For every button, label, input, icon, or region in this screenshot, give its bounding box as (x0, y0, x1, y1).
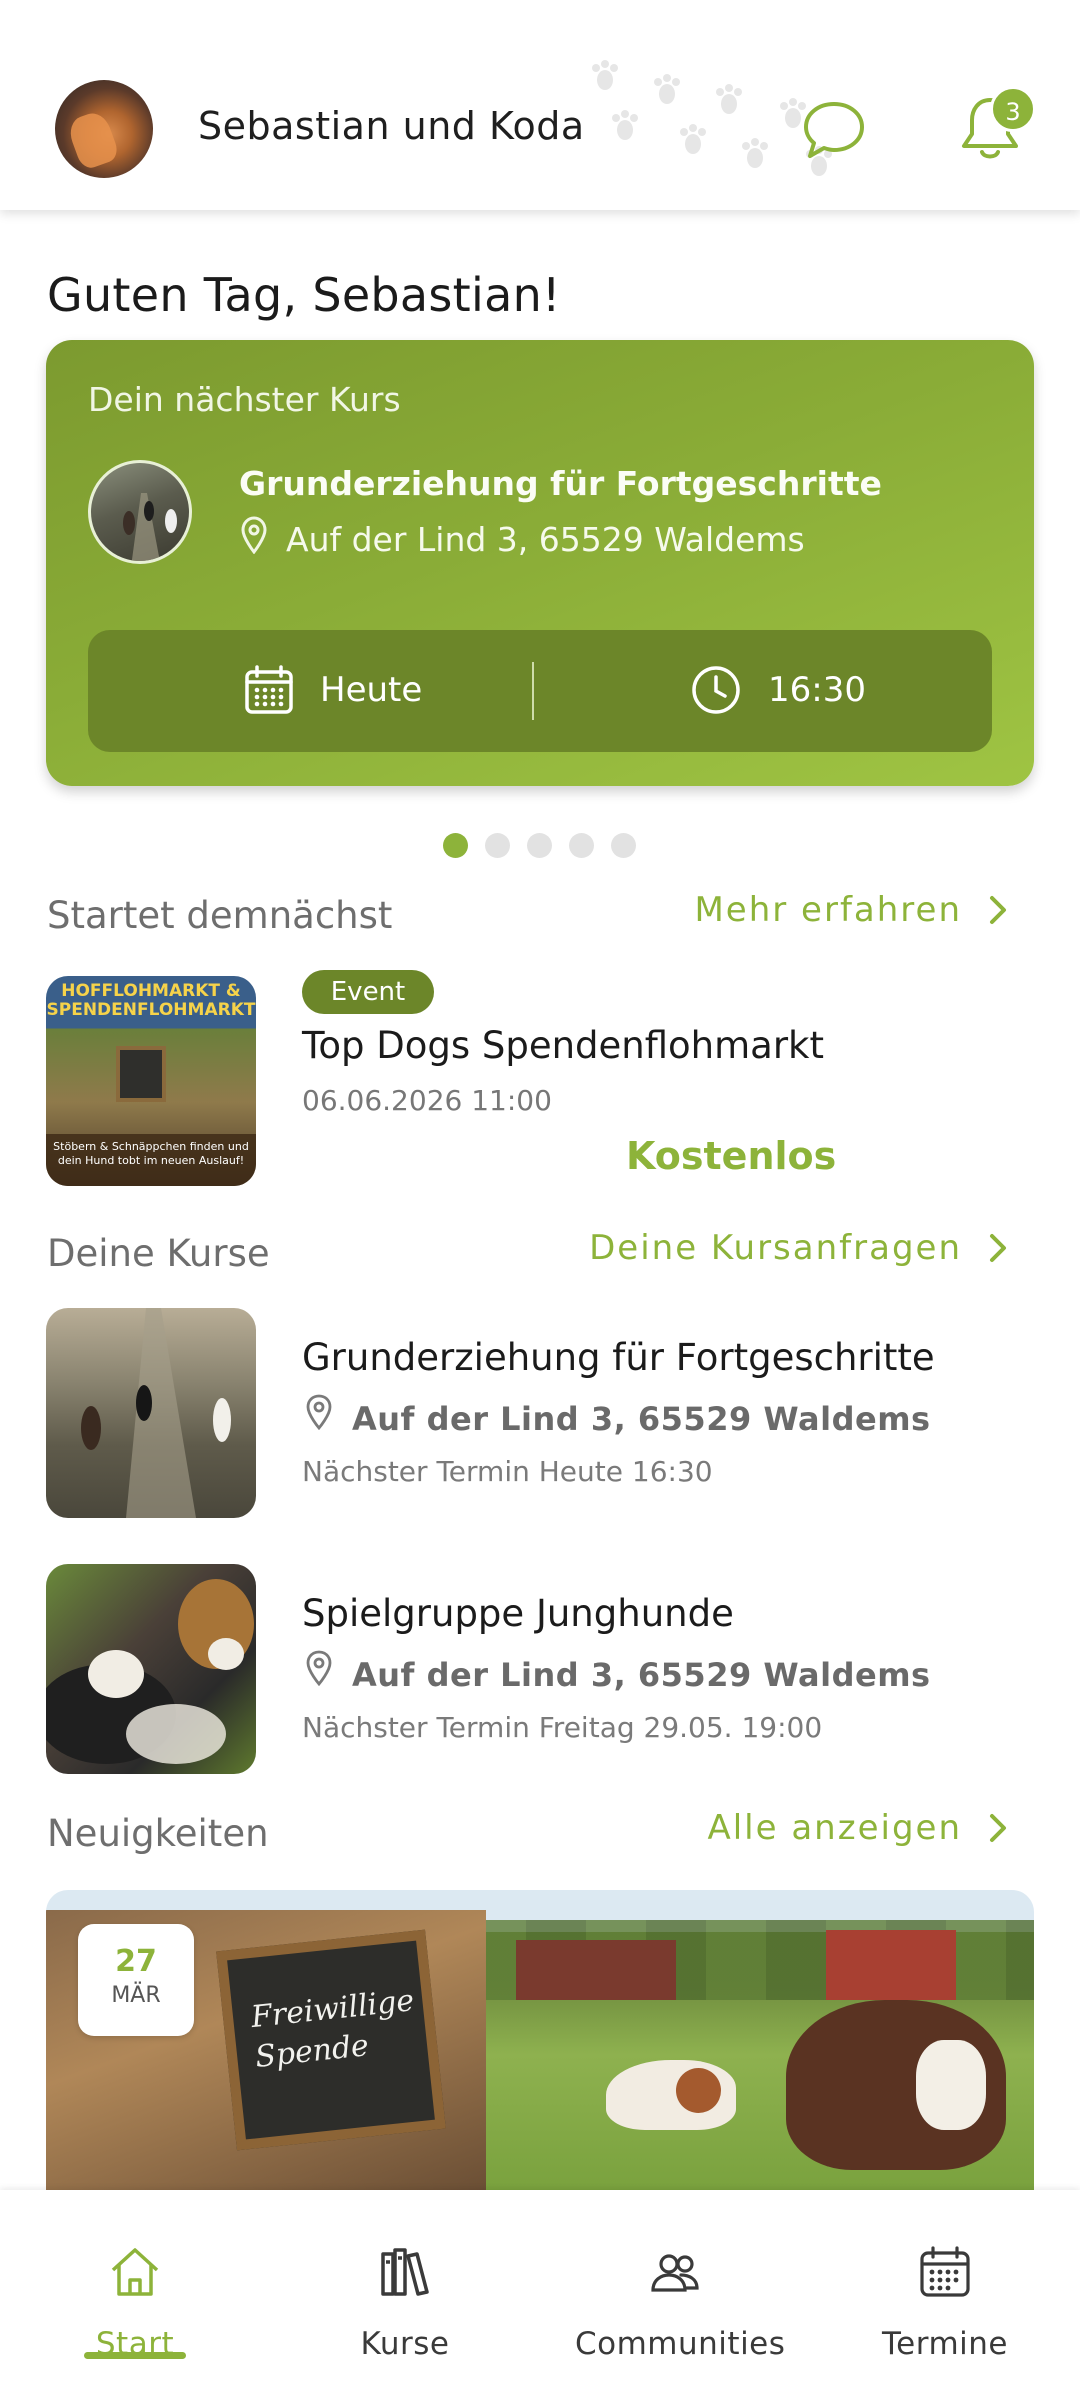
next-course-time: 16:30 (768, 670, 866, 710)
section-title-news: Neuigkeiten (47, 1812, 269, 1855)
event-image-footer: Stöbern & Schnäppchen finden und dein Hu… (46, 1134, 256, 1186)
news-card[interactable]: Freiwillige Spende (46, 1890, 1034, 2190)
clock-icon (692, 666, 740, 714)
carousel-dot[interactable] (611, 833, 636, 858)
divider (532, 662, 534, 720)
course-requests-link-label: Deine Kursanfragen (589, 1228, 962, 1268)
course-next-date: Nächster Termin Freitag 29.05. 19:00 (302, 1711, 823, 1744)
location-pin-icon (306, 1394, 332, 1430)
chevron-right-icon (990, 896, 1006, 924)
notification-badge: 3 (990, 86, 1036, 132)
next-course-address: Auf der Lind 3, 65529 Waldems (286, 520, 805, 559)
user-name[interactable]: Sebastian und Koda (198, 104, 585, 148)
calendar-icon (245, 665, 293, 714)
carousel-dot[interactable] (527, 833, 552, 858)
show-all-news-link[interactable]: Alle anzeigen (707, 1808, 1008, 1848)
chat-icon[interactable] (800, 96, 868, 164)
chevron-right-icon (990, 1234, 1006, 1262)
user-avatar[interactable] (55, 80, 153, 178)
news-date-chip: 27 MÄR (78, 1924, 194, 2036)
next-course-card[interactable]: Dein nächster Kurs Grunderziehung für Fo… (46, 340, 1034, 786)
news-date-day: 27 (115, 1944, 157, 1979)
location-pin-icon (306, 1650, 332, 1686)
event-image-banner: HOFFLOHMARKT & SPENDENFLOHMARKT (46, 981, 256, 1020)
chevron-right-icon (990, 1814, 1006, 1842)
news-image-dog (786, 2000, 1006, 2170)
location-pin-icon (241, 516, 267, 554)
next-course-title: Grunderziehung für Fortgeschritte (239, 464, 882, 503)
news-image-dog (606, 2060, 736, 2130)
event-image-board (116, 1046, 166, 1102)
section-title-upcoming: Startet demnächst (47, 894, 393, 937)
next-course-schedule-bar: Heute 16:30 (88, 630, 992, 752)
show-all-news-link-label: Alle anzeigen (707, 1808, 962, 1848)
books-icon (381, 2248, 429, 2296)
event-price: Kostenlos (626, 1134, 837, 1178)
event-datetime: 06.06.2026 11:00 (302, 1084, 552, 1117)
course-image[interactable] (46, 1564, 256, 1774)
app-header: Sebastian und Koda 3 (0, 0, 1080, 210)
next-course-day: Heute (320, 670, 423, 710)
nav-item-kurse[interactable]: Kurse (305, 2190, 505, 2400)
course-address: Auf der Lind 3, 65529 Waldems (352, 1656, 931, 1694)
carousel-dot[interactable] (485, 833, 510, 858)
greeting-title: Guten Tag, Sebastian! (47, 268, 561, 322)
course-thumbnail (88, 460, 192, 564)
nav-label-kurse: Kurse (360, 2326, 450, 2362)
course-address: Auf der Lind 3, 65529 Waldems (352, 1400, 931, 1438)
home-icon (111, 2248, 159, 2296)
news-image-barn (516, 1940, 676, 2000)
course-next-date: Nächster Termin Heute 16:30 (302, 1455, 713, 1488)
carousel-dot[interactable] (443, 833, 468, 858)
more-info-link-label: Mehr erfahren (694, 890, 962, 930)
nav-item-termine[interactable]: Termine (845, 2190, 1045, 2400)
next-course-label: Dein nächster Kurs (88, 380, 401, 419)
carousel-dot[interactable] (569, 833, 594, 858)
course-title[interactable]: Grunderziehung für Fortgeschritte (302, 1336, 935, 1379)
chalkboard-text-line2: Spende (253, 2028, 371, 2075)
course-image[interactable] (46, 1308, 256, 1518)
active-tab-indicator (84, 2352, 186, 2359)
course-requests-link[interactable]: Deine Kursanfragen (589, 1228, 1008, 1268)
section-title-courses: Deine Kurse (47, 1232, 270, 1275)
nav-item-communities[interactable]: Communities (575, 2190, 786, 2400)
news-image-chalkboard: Freiwillige Spende (216, 1929, 446, 2151)
chalkboard-text-line1: Freiwillige (249, 1983, 416, 2036)
event-image[interactable]: HOFFLOHMARKT & SPENDENFLOHMARKT Stöbern … (46, 976, 256, 1186)
more-info-link[interactable]: Mehr erfahren (694, 890, 1008, 930)
event-title[interactable]: Top Dogs Spendenflohmarkt (302, 1024, 824, 1067)
carousel-pagination (443, 833, 636, 858)
calendar-icon (920, 2246, 970, 2297)
news-image-barn (826, 1930, 956, 2000)
bottom-navigation: Start Kurse Communities Termine (0, 2190, 1080, 2400)
people-icon (651, 2254, 699, 2292)
nav-item-start[interactable]: Start (35, 2190, 235, 2400)
news-date-month: MÄR (111, 1983, 161, 2008)
nav-label-communities: Communities (575, 2326, 786, 2362)
course-title[interactable]: Spielgruppe Junghunde (302, 1592, 734, 1635)
event-badge: Event (302, 970, 434, 1014)
nav-label-termine: Termine (882, 2326, 1008, 2362)
